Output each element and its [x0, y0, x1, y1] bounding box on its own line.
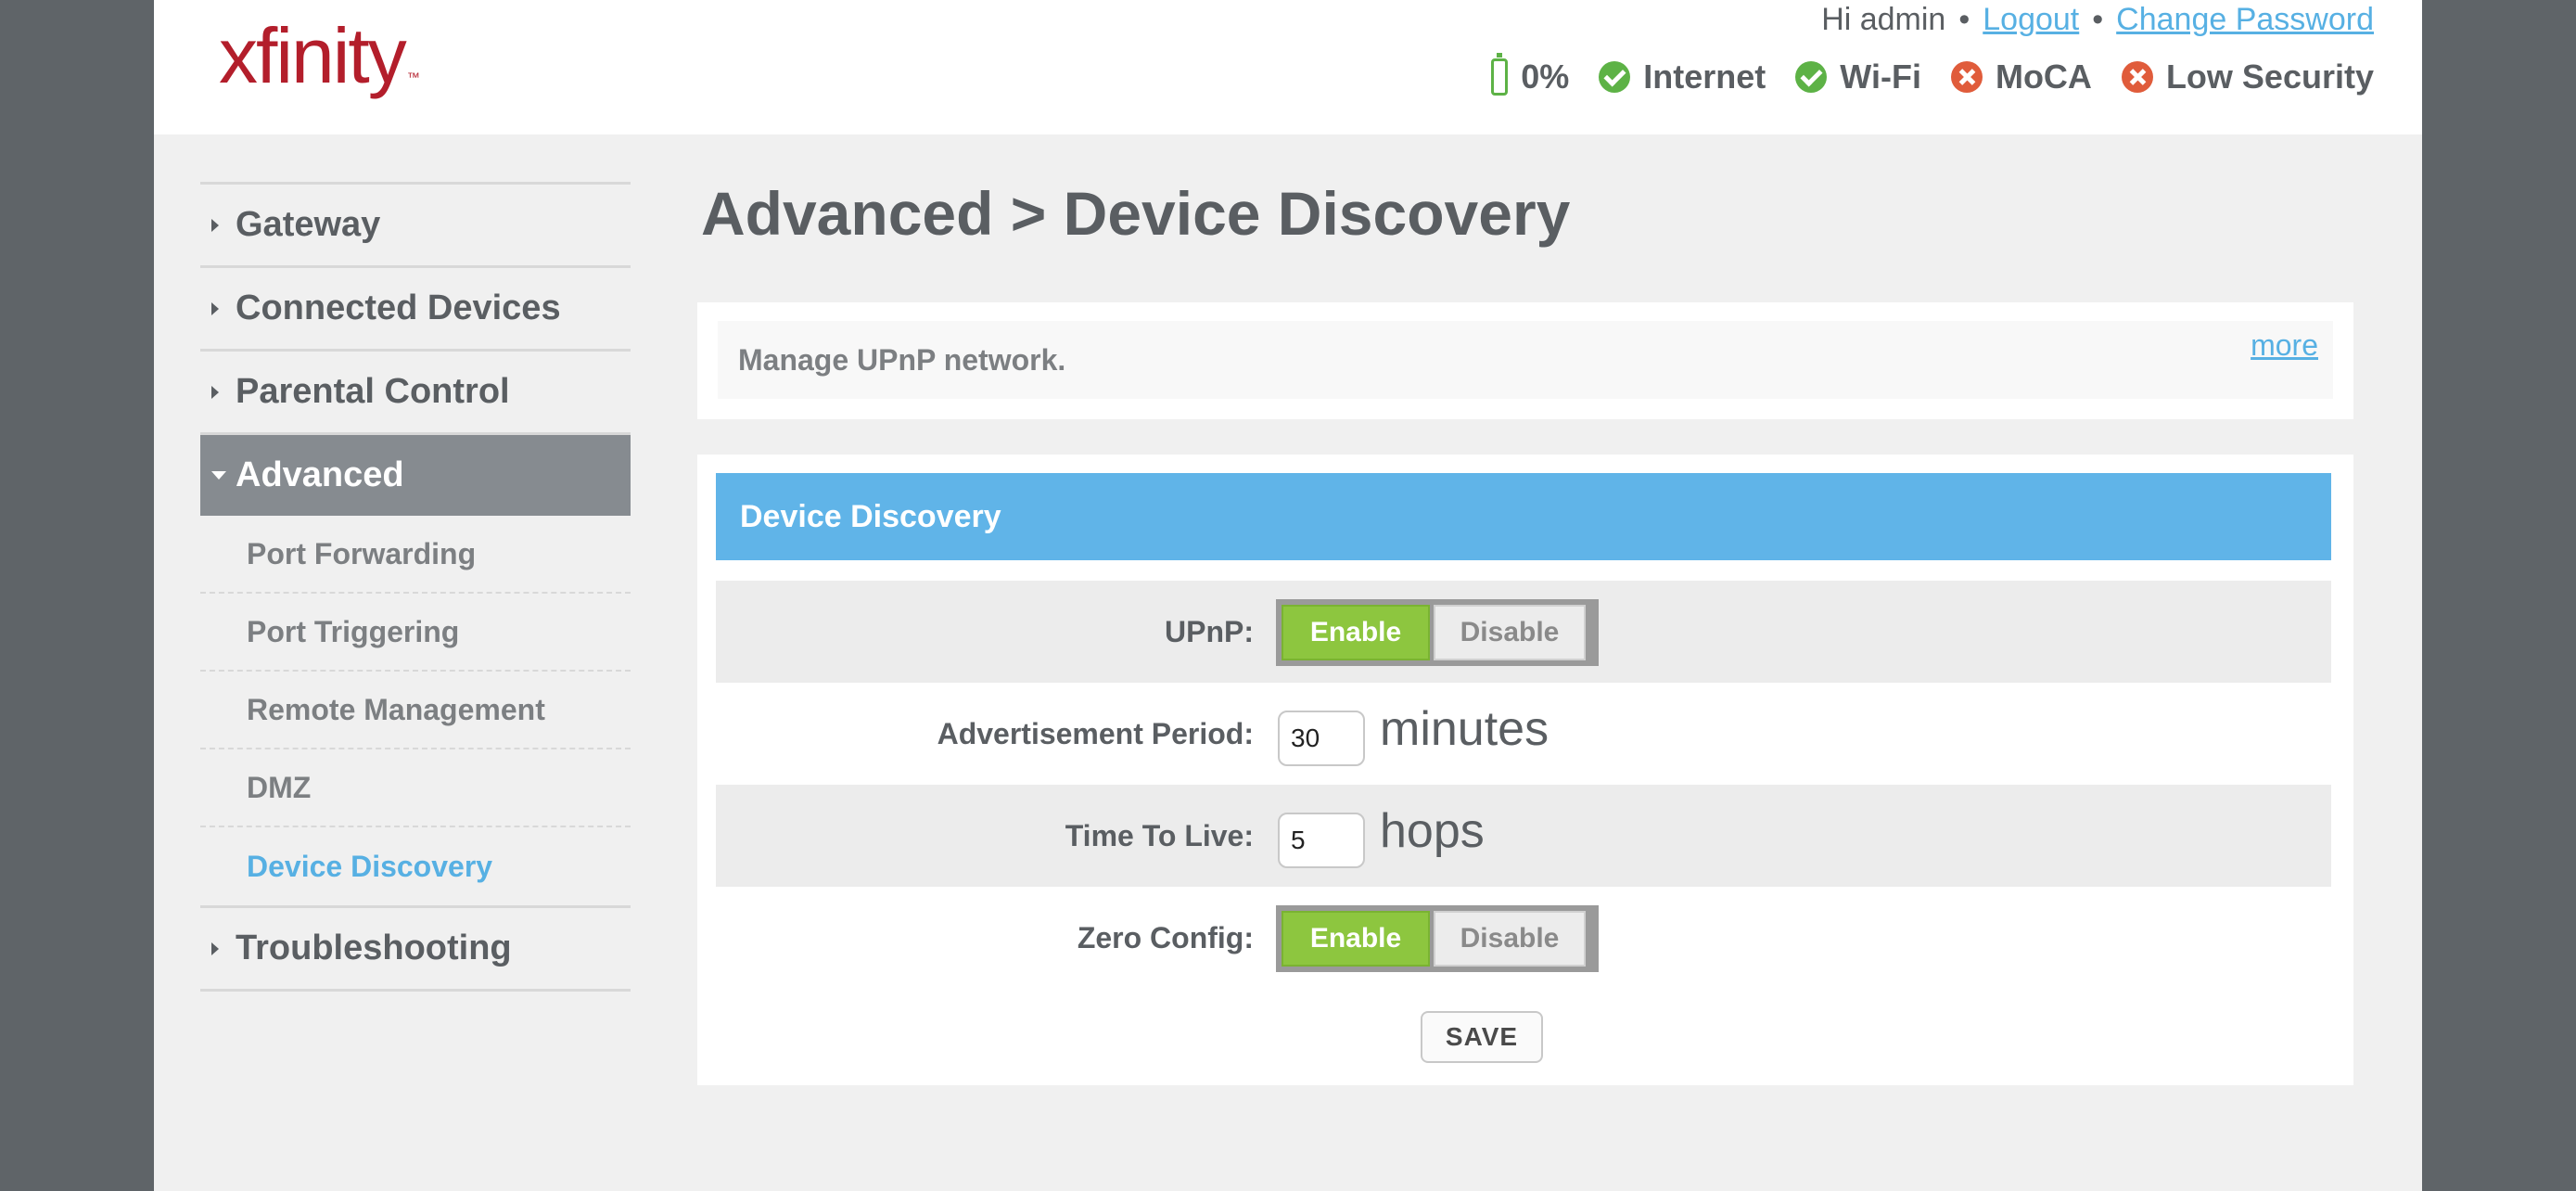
upnp-toggle: Enable Disable: [1276, 599, 1599, 666]
more-link[interactable]: more: [2251, 328, 2318, 363]
sidebar-item-gateway[interactable]: Gateway: [200, 182, 631, 265]
logo-trademark: ™: [406, 70, 420, 84]
check-icon: [1599, 61, 1631, 93]
zero-config-label: Zero Config:: [1077, 920, 1254, 954]
separator: •: [1958, 2, 1970, 37]
zero-config-row: Zero Config: Enable Disable: [716, 887, 2331, 989]
separator: •: [2092, 2, 2104, 37]
advertisement-period-unit: minutes: [1380, 702, 1549, 756]
wifi-status[interactable]: Wi-Fi: [1795, 58, 1921, 96]
upnp-enable-button[interactable]: Enable: [1282, 605, 1430, 660]
sidebar-item-label: Gateway: [236, 205, 381, 244]
status-bar: 0% Internet Wi-Fi MoCA Low Security: [1491, 53, 2374, 100]
moca-label: MoCA: [1995, 58, 2092, 96]
advertisement-period-label: Advertisement Period:: [937, 716, 1254, 750]
sidebar-subitem-port-forwarding[interactable]: Port Forwarding: [200, 516, 631, 594]
caret-right-icon: [211, 218, 219, 232]
sidebar-item-parental-control[interactable]: Parental Control: [200, 349, 631, 432]
device-discovery-panel: Device Discovery UPnP: Enable Disable Ad…: [697, 455, 2353, 1085]
sidebar-item-label: Troubleshooting: [236, 928, 512, 967]
battery-status[interactable]: 0%: [1491, 53, 1570, 96]
moca-status[interactable]: MoCA: [1950, 58, 2092, 96]
check-icon: [1795, 61, 1828, 93]
description-box: Manage UPnP network. more: [697, 302, 2353, 419]
sidebar-subitem-remote-management[interactable]: Remote Management: [200, 672, 631, 749]
error-icon: [2121, 61, 2153, 93]
advertisement-period-row: Advertisement Period: minutes: [716, 683, 2331, 785]
page: xfinity ™ Hi admin • Logout • Change Password…: [154, 0, 2422, 1191]
sidebar-subitem-device-discovery[interactable]: Device Discovery: [200, 827, 631, 905]
sidebar-item-troubleshooting[interactable]: Troubleshooting: [200, 905, 631, 989]
zero-config-disable-button[interactable]: Disable: [1434, 911, 1586, 967]
sidebar-subitem-port-triggering[interactable]: Port Triggering: [200, 594, 631, 672]
change-password-link[interactable]: Change Password: [2116, 2, 2374, 37]
upnp-label: UPnP:: [1165, 614, 1254, 648]
time-to-live-unit: hops: [1380, 804, 1485, 858]
caret-right-icon: [211, 385, 219, 399]
sidebar-item-connected-devices[interactable]: Connected Devices: [200, 265, 631, 349]
wifi-label: Wi-Fi: [1840, 58, 1921, 96]
page-title: Advanced > Device Discovery: [701, 179, 1571, 248]
zero-config-enable-button[interactable]: Enable: [1282, 911, 1430, 967]
zero-config-toggle: Enable Disable: [1276, 905, 1599, 972]
battery-icon: [1491, 53, 1509, 96]
greeting: Hi admin: [1821, 2, 1946, 37]
caret-down-icon: [211, 471, 226, 480]
security-status[interactable]: Low Security: [2121, 58, 2374, 96]
sidebar-item-advanced[interactable]: Advanced: [200, 432, 631, 516]
error-icon: [1950, 61, 1983, 93]
logo-text: xfinity: [219, 12, 407, 99]
sidebar-divider: [200, 989, 631, 992]
save-button[interactable]: SAVE: [1421, 1011, 1543, 1063]
upnp-disable-button[interactable]: Disable: [1434, 605, 1586, 660]
time-to-live-input[interactable]: [1278, 813, 1365, 868]
time-to-live-label: Time To Live:: [1065, 818, 1254, 852]
sidebar-item-label: Connected Devices: [236, 288, 561, 327]
internet-status[interactable]: Internet: [1599, 58, 1766, 96]
sidebar-item-label: Advanced: [236, 455, 404, 494]
sidebar-nav: Gateway Connected Devices Parental Contr…: [200, 182, 631, 992]
caret-right-icon: [211, 301, 219, 315]
advertisement-period-input[interactable]: [1278, 711, 1365, 766]
logout-link[interactable]: Logout: [1983, 2, 2079, 37]
internet-label: Internet: [1643, 58, 1766, 96]
description-inner: Manage UPnP network. more: [718, 321, 2333, 399]
description-text: Manage UPnP network.: [738, 343, 1066, 377]
upnp-row: UPnP: Enable Disable: [716, 581, 2331, 683]
caret-right-icon: [211, 941, 219, 955]
panel-header: Device Discovery: [716, 473, 2331, 560]
battery-label: 0%: [1521, 58, 1570, 96]
header: xfinity ™ Hi admin • Logout • Change Password…: [154, 0, 2422, 134]
user-bar: Hi admin • Logout • Change Password: [1821, 0, 2374, 39]
sidebar-item-label: Parental Control: [236, 372, 510, 411]
time-to-live-row: Time To Live: hops: [716, 785, 2331, 887]
xfinity-logo[interactable]: xfinity ™: [219, 11, 420, 101]
security-label: Low Security: [2165, 58, 2374, 96]
sidebar-subitem-dmz[interactable]: DMZ: [200, 749, 631, 827]
